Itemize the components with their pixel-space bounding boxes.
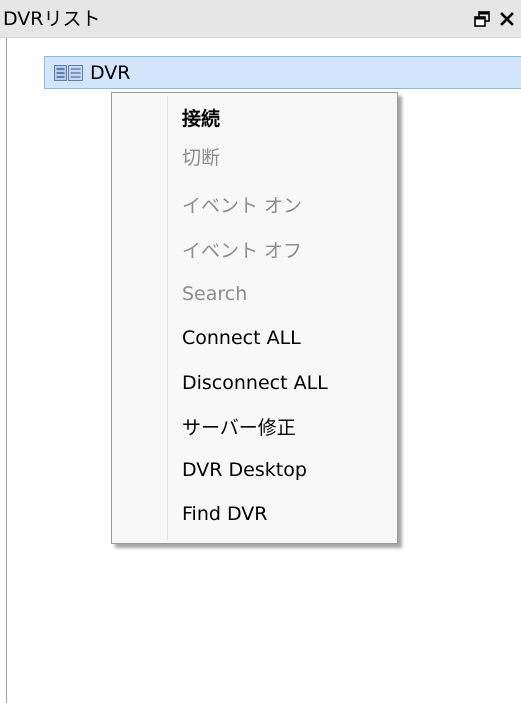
menu-item-event-off[interactable]: イベント オフ [182, 233, 392, 269]
menu-item-connect-all[interactable]: Connect ALL [182, 320, 392, 356]
menu-item-disconnect[interactable]: 切断 [182, 140, 392, 176]
menu-item-find-dvr[interactable]: Find DVR [182, 496, 392, 532]
menu-item-event-on[interactable]: イベント オン [182, 188, 392, 224]
menu-item-dvr-desktop[interactable]: DVR Desktop [182, 452, 392, 488]
menu-item-search[interactable]: Search [182, 276, 392, 312]
dvr-list-panel: DVRリスト DVR 接続 切断 イベント オン イベント オフ Search … [0, 0, 521, 703]
restore-window-icon[interactable] [471, 7, 493, 31]
tree-item-label: DVR [90, 62, 131, 84]
menu-item-disconnect-all[interactable]: Disconnect ALL [182, 365, 392, 401]
menu-item-server-edit[interactable]: サーバー修正 [182, 410, 392, 446]
panel-title: DVRリスト [3, 8, 101, 30]
menu-gutter-separator [167, 96, 168, 540]
menu-item-connect[interactable]: 接続 [182, 101, 392, 137]
tree-item-dvr[interactable]: DVR [44, 56, 521, 89]
panel-titlebar[interactable]: DVRリスト [0, 0, 521, 38]
close-icon[interactable] [496, 7, 518, 31]
context-menu: 接続 切断 イベント オン イベント オフ Search Connect ALL… [111, 92, 398, 544]
dvr-device-icon [54, 64, 84, 82]
panel-left-border [6, 38, 7, 703]
